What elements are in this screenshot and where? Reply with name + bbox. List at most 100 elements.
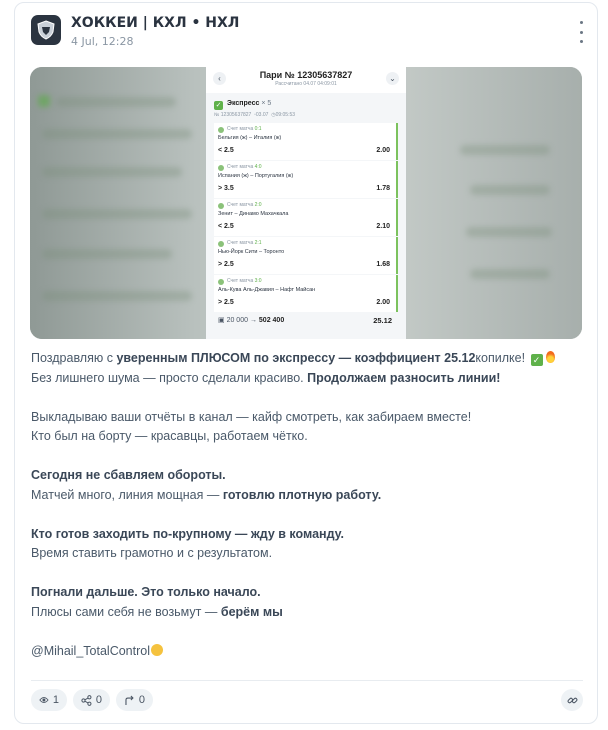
text-line: Время ставить грамотно и с результатом. — [31, 546, 273, 560]
share-icon — [81, 694, 92, 706]
leg-score: Счет матча 0:1 — [227, 126, 262, 132]
text-bold: Сегодня не сбавляем обороты. — [31, 468, 226, 482]
share-button[interactable]: 0 — [73, 689, 110, 711]
blur-decoration — [470, 269, 550, 279]
blur-decoration — [38, 95, 50, 107]
text-line: Кто был на борту — красавцы, работаем чё… — [31, 429, 308, 443]
leg-score: Счет матча 2:0 — [227, 202, 262, 208]
arrow-icon: → — [249, 317, 257, 324]
handshake-emoji-icon — [151, 643, 163, 656]
leg-score-label: Счет матча — [227, 278, 254, 284]
views-count: 1 — [52, 694, 59, 706]
express-time: 09:05:53 — [275, 112, 296, 118]
forwards-count: 0 — [138, 694, 145, 706]
bet-leg: Счет матча 4:0 Испания (ж) – Португалия … — [214, 161, 398, 198]
post-header: ХОККЕИ | КХЛ • НХЛ 4 Jul, 12:28 — [31, 15, 583, 55]
text-line: Кто готов заходить по-крупному — жду в к… — [31, 525, 587, 545]
text-bold: Продолжаем разносить линии! — [307, 370, 501, 385]
leg-score-value: 0:1 — [254, 126, 262, 132]
channel-avatar[interactable] — [31, 15, 61, 45]
slip-calculated: Рассчитано 04.07 04:09:01 — [275, 81, 337, 87]
shares-count: 0 — [95, 694, 102, 706]
kebab-menu-icon[interactable] — [573, 21, 589, 43]
post-image[interactable]: ‹ Пари № 12305637827 Рассчитано 04.07 04… — [30, 67, 582, 339]
text-line: Выкладываю ваши отчёты в канал — кайф см… — [31, 409, 472, 424]
soccer-ball-icon — [218, 127, 224, 133]
text-span: копилке! — [475, 351, 526, 365]
text-span: Поздравляю с — [31, 351, 117, 365]
express-meta: № 12305637827 ▫03.07 ◷09:05:53 — [214, 112, 295, 118]
text-bold: готовлю плотную работу. — [222, 487, 382, 502]
leg-match: Бельгия (ж) – Италия (ж) — [218, 135, 282, 141]
forward-button[interactable]: 0 — [116, 689, 153, 711]
text-line: Без лишнего шума — просто сделали красив… — [31, 369, 587, 389]
leg-score-label: Счет матча — [227, 164, 254, 170]
check-mark-emoji-icon: ✓ — [530, 354, 543, 366]
text-span: Плюсы сами себя не возьмут — — [31, 604, 221, 619]
channel-name[interactable]: ХОККЕИ | КХЛ • НХЛ — [71, 15, 239, 31]
bet-leg: Счет матча 0:1 Бельгия (ж) – Италия (ж) … — [214, 123, 398, 160]
leg-odds: 1.78 — [376, 185, 390, 192]
text-bold: Погнали дальше. Это только начало. — [31, 585, 261, 599]
leg-pick: < 2.5 — [218, 147, 234, 154]
leg-pick: > 2.5 — [218, 261, 234, 268]
slip-header: ‹ Пари № 12305637827 Рассчитано 04.07 04… — [206, 67, 406, 93]
text-span: Матчей много, линия мощная — — [31, 487, 223, 502]
soccer-ball-icon — [218, 203, 224, 209]
leg-score-value: 4:0 — [254, 164, 262, 170]
payout-amount: 502 400 — [258, 317, 285, 324]
leg-score-label: Счет матча — [227, 202, 254, 208]
express-count: × 5 — [261, 100, 272, 107]
blur-decoration — [42, 249, 172, 259]
wallet-icon: ▣ — [218, 317, 225, 324]
text-line: Погнали дальше. Это только начало. — [31, 583, 587, 603]
leg-odds: 2.00 — [376, 147, 390, 154]
text-bold: берём мы — [220, 604, 283, 619]
bet-leg: Счет матча 2:0 Зенит – Динамо Махачкала … — [214, 199, 398, 236]
text-line: @Mihail_TotalControl — [31, 642, 587, 662]
copy-link-button[interactable] — [561, 689, 583, 711]
leg-pick: < 2.5 — [218, 223, 234, 230]
leg-odds: 1.68 — [376, 261, 390, 268]
stake-payout: ▣ 20 000 → 502 400 — [218, 316, 284, 324]
signature-link[interactable]: @Mihail_TotalControl — [31, 644, 150, 658]
leg-match: Нью-Йорк Сити – Торонто — [218, 249, 285, 255]
text-bold: Кто готов заходить по-крупному — жду в к… — [31, 526, 344, 541]
express-date: 03.07 — [255, 112, 269, 118]
bet-leg: Счет матча 3:0 Аль-Кува Аль-Джавия – Наф… — [214, 275, 398, 312]
leg-pick: > 3.5 — [218, 185, 234, 192]
slip-title: Пари № 12305637827 — [259, 70, 353, 80]
express-id: № 12305637827 — [214, 112, 252, 118]
text-line: Плюсы сами себя не возьмут — берём мы — [31, 603, 587, 623]
total-odds: 25.12 — [373, 316, 392, 325]
blur-decoration — [42, 167, 182, 177]
express-label-row: Экспресс × 5 — [227, 100, 271, 107]
views-button[interactable]: 1 — [31, 689, 67, 711]
stake-amount: 20 000 — [226, 317, 248, 324]
post-text: Поздравляю с уверенным ПЛЮСОМ по экспрес… — [31, 349, 587, 661]
bet-slip: ‹ Пари № 12305637827 Рассчитано 04.07 04… — [206, 67, 406, 339]
leg-score-label: Счет матча — [227, 126, 254, 132]
text-bold: уверенным ПЛЮСОМ по экспрессу — коэффици… — [116, 351, 476, 365]
divider — [31, 680, 583, 681]
blur-decoration — [466, 227, 552, 237]
checkmark-icon: ✓ — [214, 101, 223, 110]
leg-odds: 2.00 — [376, 299, 390, 306]
bet-legs: Счет матча 0:1 Бельгия (ж) – Италия (ж) … — [214, 123, 398, 313]
soccer-ball-icon — [218, 165, 224, 171]
leg-pick: > 2.5 — [218, 299, 234, 306]
text-span: Без лишнего шума — просто сделали красив… — [31, 370, 308, 385]
blur-decoration — [42, 291, 192, 301]
blur-decoration — [56, 97, 176, 107]
leg-score-value: 2:1 — [254, 240, 262, 246]
leg-match: Зенит – Динамо Махачкала — [218, 211, 289, 217]
leg-score-value: 3:0 — [254, 278, 262, 284]
chevron-down-icon[interactable]: ⌄ — [386, 72, 399, 85]
express-label: Экспресс — [227, 100, 260, 107]
slip-footer: ▣ 20 000 → 502 400 25.12 — [214, 314, 398, 330]
leg-match: Аль-Кува Аль-Джавия – Нафт Майсан — [218, 287, 316, 293]
khl-shield-logo — [37, 20, 55, 40]
text-line: Матчей много, линия мощная — готовлю пло… — [31, 486, 587, 506]
forward-arrow-icon — [125, 695, 134, 705]
leg-odds: 2.10 — [376, 223, 390, 230]
